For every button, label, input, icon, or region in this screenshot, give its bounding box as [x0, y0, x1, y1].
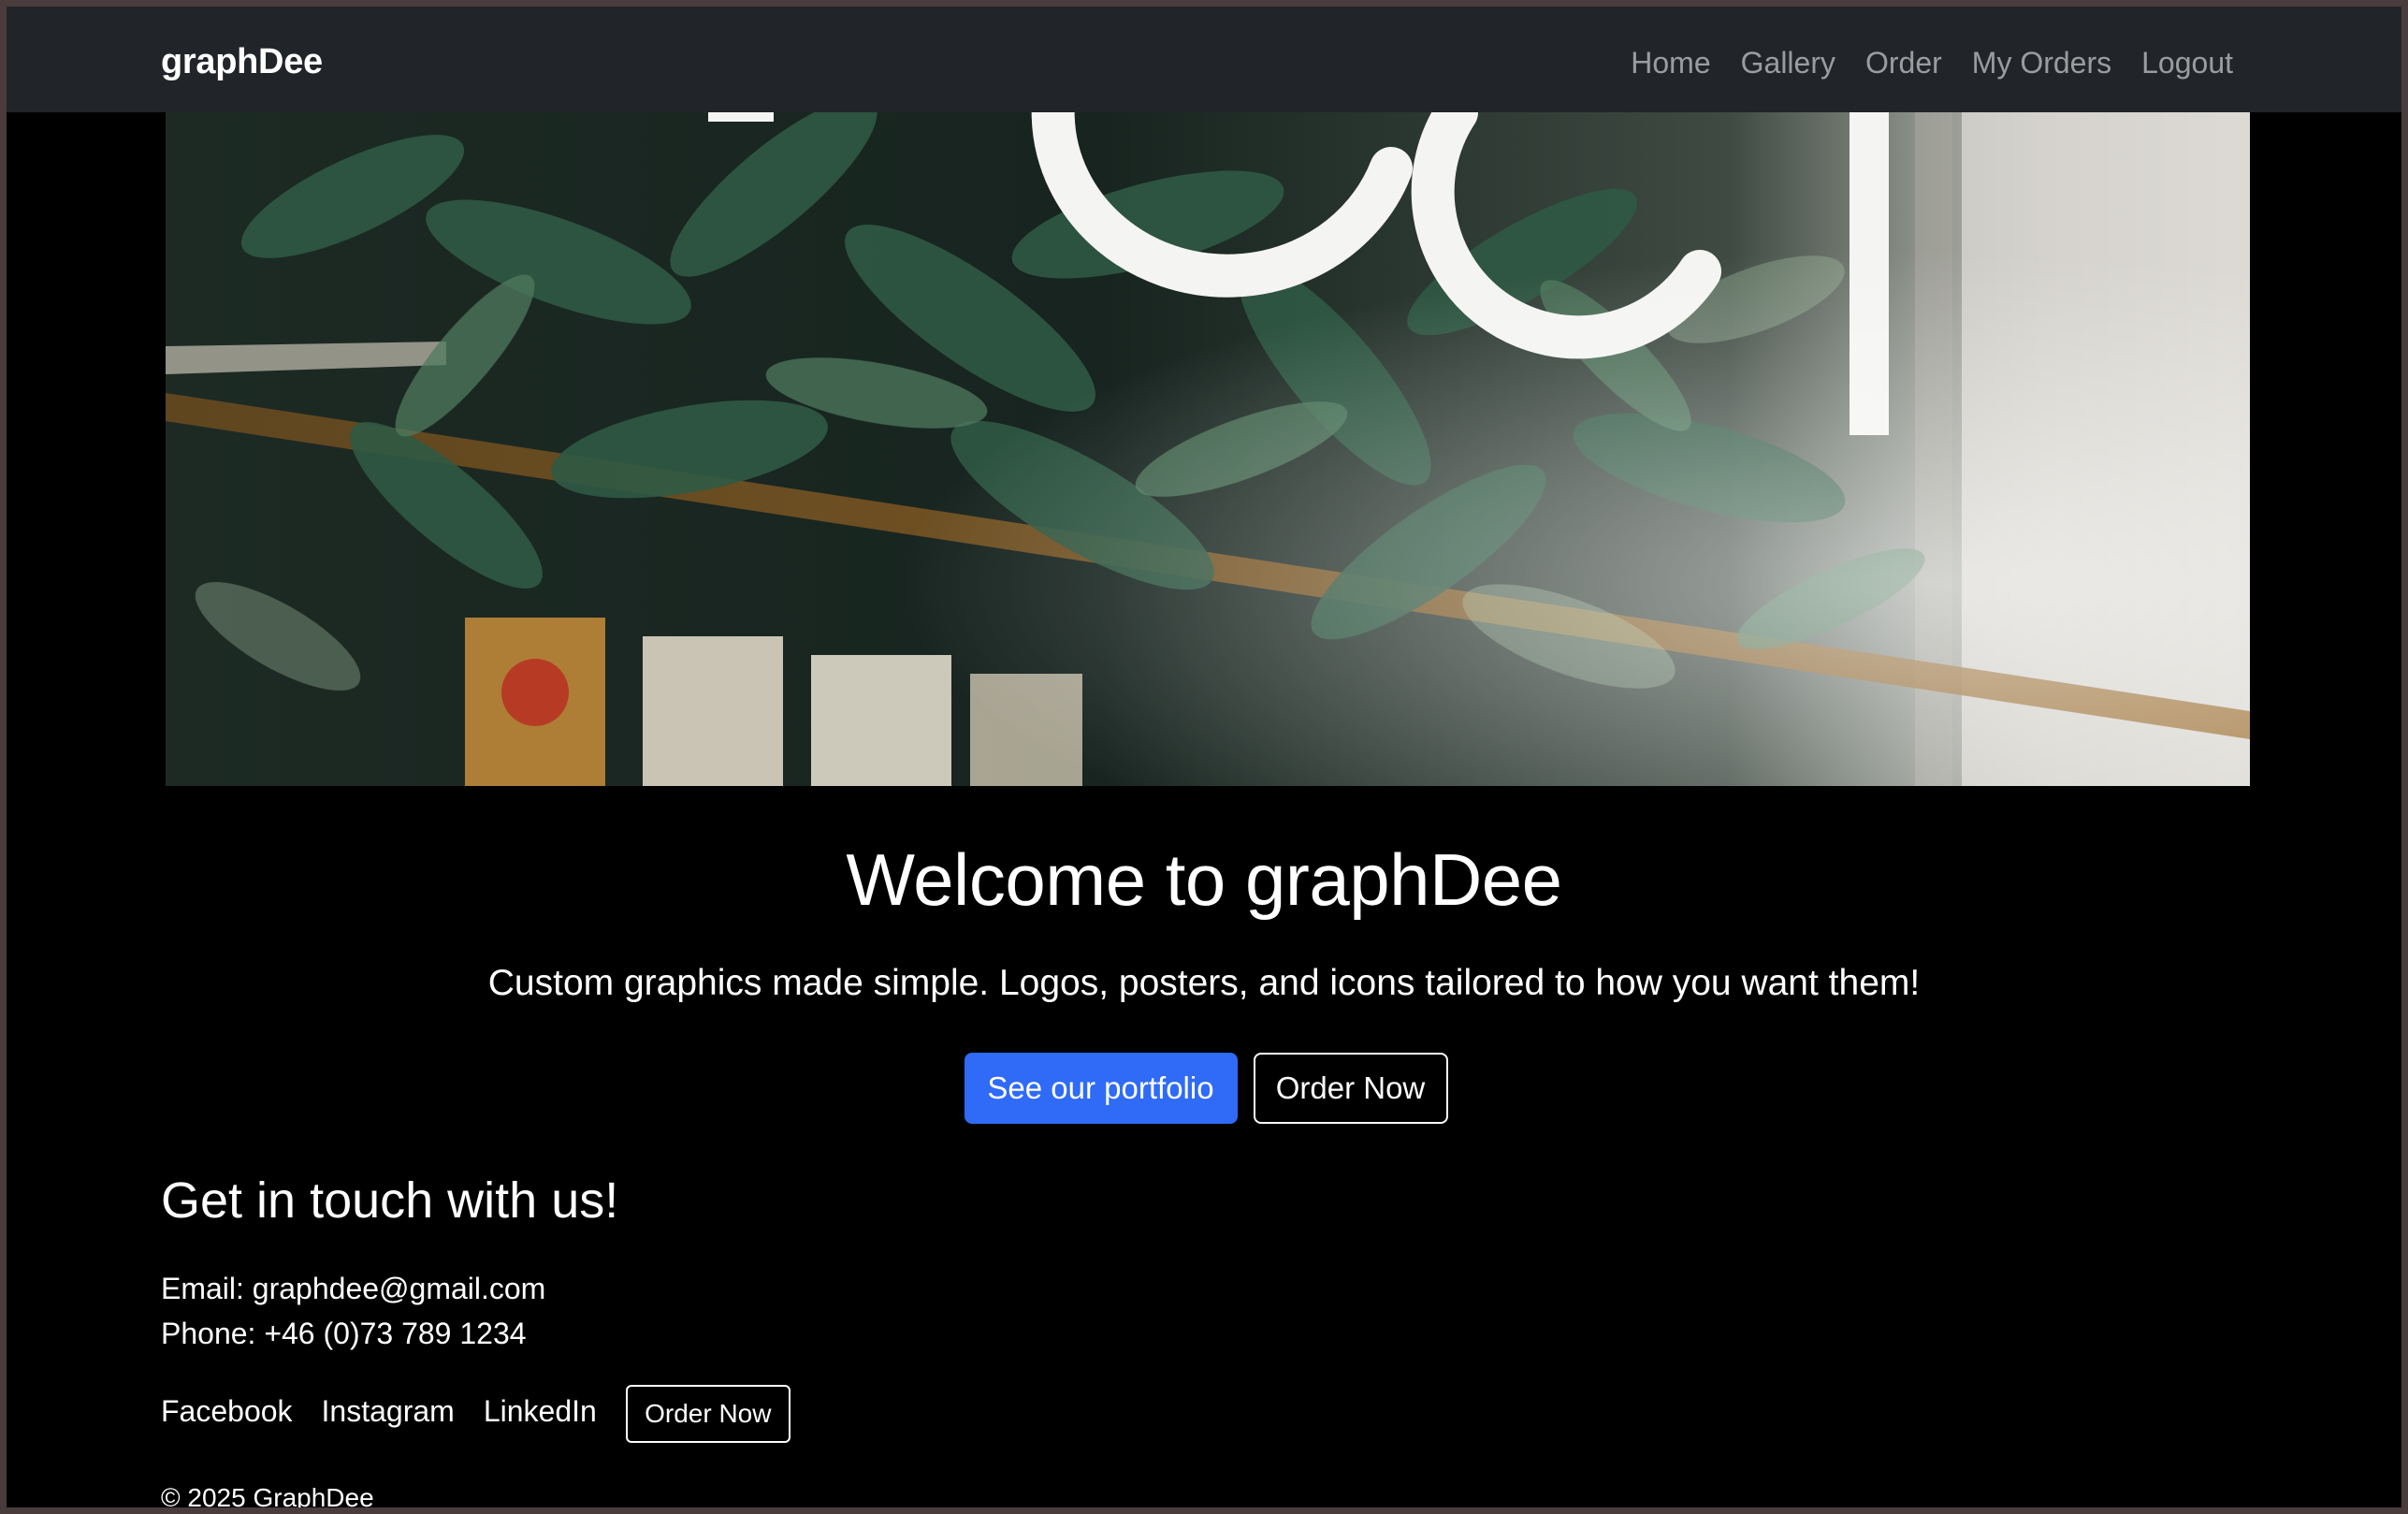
nav-link-home[interactable]: Home [1631, 46, 1710, 80]
hero-buttons: See our portfolio Order Now [7, 1053, 2401, 1124]
hero-tagline: Custom graphics made simple. Logos, post… [487, 963, 1921, 1003]
nav-link-gallery[interactable]: Gallery [1741, 46, 1835, 80]
nav-link-my-orders[interactable]: My Orders [1972, 46, 2111, 80]
page: graphDee Home Gallery Order My Orders Lo… [7, 7, 2401, 1507]
contact-email: Email: graphdee@gmail.com [161, 1272, 546, 1305]
nav-links: Home Gallery Order My Orders Logout [1631, 46, 2233, 80]
brand-logo[interactable]: graphDee [161, 42, 323, 82]
nav-link-logout[interactable]: Logout [2141, 46, 2233, 80]
instagram-link[interactable]: Instagram [322, 1394, 455, 1429]
linkedin-link[interactable]: LinkedIn [484, 1394, 597, 1429]
copyright: © 2025 GraphDee [161, 1483, 374, 1507]
contact-phone: Phone: +46 (0)73 789 1234 [161, 1317, 527, 1350]
hero-title: Welcome to graphDee [846, 838, 1562, 921]
contact-heading: Get in touch with us! [161, 1172, 619, 1229]
social-links: Facebook Instagram LinkedIn Order Now [161, 1385, 791, 1443]
footer-order-now-button[interactable]: Order Now [625, 1385, 791, 1443]
navbar: graphDee Home Gallery Order My Orders Lo… [7, 7, 2401, 112]
see-portfolio-button[interactable]: See our portfolio [964, 1053, 1238, 1124]
facebook-link[interactable]: Facebook [161, 1394, 293, 1429]
hero-image [166, 112, 2250, 786]
hero-order-now-button[interactable]: Order Now [1253, 1053, 1448, 1124]
nav-link-order[interactable]: Order [1865, 46, 1942, 80]
